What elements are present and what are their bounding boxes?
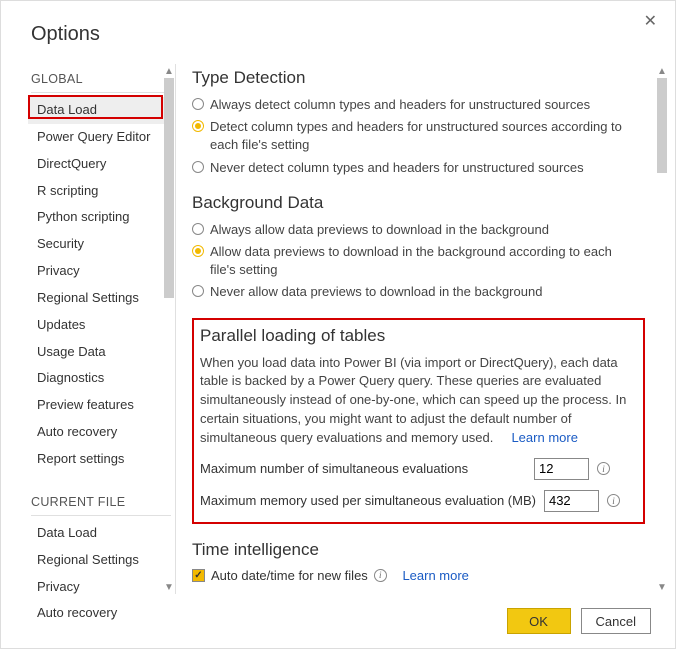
radio-label: Always allow data previews to download i… — [210, 221, 645, 239]
sidebar-item-security[interactable]: Security — [31, 231, 171, 258]
info-icon[interactable]: i — [374, 569, 387, 582]
radio-icon — [192, 285, 204, 297]
sidebar-section-current-file: CURRENT FILE — [31, 487, 171, 516]
sidebar-item-auto-recovery[interactable]: Auto recovery — [31, 419, 171, 446]
scroll-down-icon[interactable]: ▼ — [655, 580, 669, 594]
dialog-title: Options — [1, 1, 675, 64]
sidebar-item-privacy[interactable]: Privacy — [31, 258, 171, 285]
dialog-body: GLOBAL Data Load Power Query Editor Dire… — [1, 64, 675, 594]
sidebar-item-report-settings[interactable]: Report settings — [31, 446, 171, 473]
highlight-box-parallel: Parallel loading of tables When you load… — [192, 318, 645, 524]
radio-bg-per-file[interactable]: Allow data previews to download in the b… — [192, 243, 645, 279]
content-scrollbar[interactable]: ▲ ▼ — [655, 64, 669, 594]
group-background-data-title: Background Data — [192, 193, 645, 213]
group-type-detection-title: Type Detection — [192, 68, 645, 88]
time-intel-learn-more-link[interactable]: Learn more — [402, 568, 468, 583]
content: Type Detection Always detect column type… — [176, 68, 675, 583]
scroll-up-icon[interactable]: ▲ — [162, 64, 176, 78]
scroll-track[interactable] — [655, 78, 669, 580]
radio-label: Detect column types and headers for unst… — [210, 118, 645, 154]
max-evaluations-input[interactable] — [534, 458, 589, 480]
group-time-intel-title: Time intelligence — [192, 540, 645, 560]
sidebar-item-regional-settings[interactable]: Regional Settings — [31, 285, 171, 312]
checkbox-label: Auto date/time for new files — [211, 568, 368, 583]
checkbox-auto-datetime[interactable]: ✓ Auto date/time for new files i Learn m… — [192, 568, 645, 583]
field-label: Maximum number of simultaneous evaluatio… — [200, 461, 526, 476]
dialog-footer: OK Cancel — [507, 608, 651, 634]
sidebar-scrollbar[interactable]: ▲ ▼ — [162, 64, 176, 594]
radio-label: Never detect column types and headers fo… — [210, 159, 645, 177]
radio-label: Always detect column types and headers f… — [210, 96, 645, 114]
sidebar: GLOBAL Data Load Power Query Editor Dire… — [1, 64, 176, 594]
group-parallel-title: Parallel loading of tables — [200, 326, 635, 346]
sidebar-item-cf-privacy[interactable]: Privacy — [31, 574, 171, 601]
radio-label: Never allow data previews to download in… — [210, 283, 645, 301]
sidebar-item-cf-regional-settings[interactable]: Regional Settings — [31, 547, 171, 574]
scroll-thumb[interactable] — [657, 78, 667, 173]
scroll-thumb[interactable] — [164, 78, 174, 298]
field-label: Maximum memory used per simultaneous eva… — [200, 493, 536, 508]
radio-icon — [192, 161, 204, 173]
close-icon[interactable]: ✕ — [644, 11, 657, 31]
scroll-track[interactable] — [162, 78, 176, 580]
sidebar-item-diagnostics[interactable]: Diagnostics — [31, 365, 171, 392]
ok-button[interactable]: OK — [507, 608, 571, 634]
info-icon[interactable]: i — [607, 494, 620, 507]
sidebar-item-directquery[interactable]: DirectQuery — [31, 151, 171, 178]
scroll-down-icon[interactable]: ▼ — [162, 580, 176, 594]
cancel-button[interactable]: Cancel — [581, 608, 651, 634]
scroll-up-icon[interactable]: ▲ — [655, 64, 669, 78]
info-icon[interactable]: i — [597, 462, 610, 475]
radio-bg-never[interactable]: Never allow data previews to download in… — [192, 283, 645, 301]
parallel-learn-more-link[interactable]: Learn more — [511, 430, 577, 445]
sidebar-item-data-load[interactable]: Data Load — [28, 97, 171, 124]
radio-icon — [192, 223, 204, 235]
sidebar-item-preview-features[interactable]: Preview features — [31, 392, 171, 419]
radio-label: Allow data previews to download in the b… — [210, 243, 645, 279]
field-max-memory: Maximum memory used per simultaneous eva… — [200, 490, 635, 512]
sidebar-item-updates[interactable]: Updates — [31, 312, 171, 339]
sidebar-item-power-query-editor[interactable]: Power Query Editor — [31, 124, 171, 151]
radio-icon — [192, 120, 204, 132]
content-wrap: Type Detection Always detect column type… — [176, 64, 675, 594]
max-memory-input[interactable] — [544, 490, 599, 512]
radio-never-detect[interactable]: Never detect column types and headers fo… — [192, 159, 645, 177]
radio-icon — [192, 245, 204, 257]
parallel-description: When you load data into Power BI (via im… — [200, 354, 635, 448]
field-max-evaluations: Maximum number of simultaneous evaluatio… — [200, 458, 635, 480]
radio-always-detect[interactable]: Always detect column types and headers f… — [192, 96, 645, 114]
radio-bg-always[interactable]: Always allow data previews to download i… — [192, 221, 645, 239]
sidebar-item-r-scripting[interactable]: R scripting — [31, 178, 171, 205]
radio-detect-per-file[interactable]: Detect column types and headers for unst… — [192, 118, 645, 154]
options-dialog: ✕ Options GLOBAL Data Load Power Query E… — [0, 0, 676, 649]
sidebar-item-cf-auto-recovery[interactable]: Auto recovery — [31, 600, 171, 627]
radio-icon — [192, 98, 204, 110]
sidebar-item-usage-data[interactable]: Usage Data — [31, 339, 171, 366]
checkbox-icon: ✓ — [192, 569, 205, 582]
sidebar-section-global: GLOBAL — [31, 64, 171, 93]
sidebar-item-cf-data-load[interactable]: Data Load — [31, 520, 171, 547]
sidebar-item-python-scripting[interactable]: Python scripting — [31, 204, 171, 231]
